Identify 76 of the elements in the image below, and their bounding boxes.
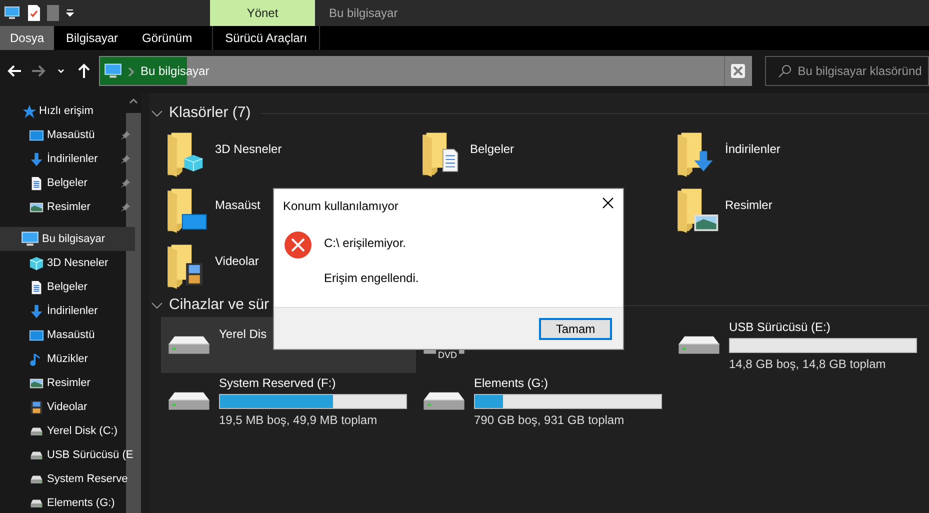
sidebar-item[interactable]: Belgeler — [0, 171, 135, 195]
sidebar-item[interactable]: Müzikler — [0, 347, 135, 371]
window-title: Bu bilgisayar — [328, 5, 398, 22]
search-placeholder: Bu bilgisayar klasöründ — [798, 63, 922, 80]
sidebar-item[interactable]: Videolar — [0, 395, 135, 419]
sidebar-item[interactable]: USB Sürücüsü (E — [0, 443, 135, 467]
error-icon — [284, 230, 312, 259]
drive-space-info: 14,8 GB boş, 14,8 GB toplam — [729, 356, 887, 372]
dropdown-icon[interactable] — [65, 8, 75, 18]
computer-icon[interactable] — [3, 5, 21, 21]
group-heading[interactable]: Cihazlar ve sür — [169, 294, 270, 316]
ribbon-tab[interactable]: Görünüm — [130, 26, 204, 50]
pin-icon — [120, 202, 131, 212]
film-icon — [29, 400, 44, 414]
download-icon — [29, 304, 44, 318]
ok-button[interactable]: Tamam — [539, 318, 612, 340]
star-icon — [21, 104, 36, 118]
pin-icon — [120, 130, 131, 140]
close-icon[interactable] — [602, 197, 614, 209]
sidebar-item[interactable]: Resimler — [0, 195, 135, 219]
sidebar-item[interactable]: Belgeler — [0, 275, 135, 299]
clear-button[interactable] — [724, 56, 752, 86]
computer-icon — [21, 230, 39, 248]
search-field[interactable]: Bu bilgisayar klasöründ — [764, 56, 929, 86]
dvd-label: DVD — [436, 350, 460, 361]
sidebar-item[interactable]: Masaüstü — [0, 323, 135, 347]
folder-name[interactable]: Belgeler — [470, 140, 514, 158]
desktop-icon — [29, 128, 44, 142]
sidebar-item[interactable]: Yerel Disk (C:) — [0, 419, 135, 443]
folder-name[interactable]: Masaüst — [215, 196, 260, 214]
dialog-message: Erişim engellendi. — [324, 270, 419, 287]
desktop-icon — [29, 328, 44, 342]
sidebar-item[interactable]: System Reserve — [0, 467, 135, 491]
ribbon-tab[interactable]: Bilgisayar — [54, 26, 130, 50]
folder-name[interactable]: Resimler — [725, 196, 772, 214]
context-tab-header: Yönet — [210, 0, 315, 26]
properties-icon[interactable] — [27, 4, 41, 22]
drive-tile[interactable]: System Reserved (F:) 19,5 MB boş, 49,9 MB toplam — [161, 373, 416, 429]
left-arrow-icon — [6, 63, 23, 79]
dialog-message: C:\ erişilemiyor. — [324, 234, 408, 252]
sidebar-item[interactable]: İndirilenler — [0, 299, 135, 323]
drive-tile[interactable]: USB Sürücüsü (E:) 14,8 GB boş, 14,8 GB toplam — [671, 317, 926, 373]
address-bar[interactable]: Bu bilgisayar — [98, 56, 724, 86]
drive-name: Elements (G:) — [474, 374, 550, 392]
group-heading[interactable]: Klasörler (7) — [169, 102, 251, 124]
drive-tile[interactable]: Elements (G:) 790 GB boş, 931 GB toplam — [416, 373, 671, 429]
dialog-title: Konum kullanılamıyor — [283, 198, 398, 215]
document-icon — [29, 280, 44, 294]
folder-name[interactable]: İndirilenler — [725, 140, 780, 158]
sidebar-item[interactable]: İndirilenler — [0, 147, 135, 171]
computer-icon — [102, 62, 124, 80]
address-text: Bu bilgisayar — [140, 63, 210, 80]
sidebar-item[interactable]: Elements (G:) — [0, 491, 135, 513]
chevron-icon — [126, 66, 134, 77]
cube-icon — [29, 256, 44, 270]
download-icon — [29, 152, 44, 166]
up-arrow-icon — [76, 63, 92, 79]
right-arrow-icon — [30, 63, 46, 79]
drive-name: USB Sürücüsü (E:) — [729, 318, 832, 336]
sidebar-item[interactable]: Bu bilgisayar — [0, 227, 135, 251]
close-icon — [731, 64, 746, 78]
sidebar-item[interactable]: Hızlı erişim — [0, 99, 135, 123]
document-icon — [29, 176, 44, 190]
file-menu-button[interactable]: Dosya — [0, 26, 54, 50]
drive-name: System Reserved (F:) — [219, 374, 337, 392]
drive-space-info: 19,5 MB boş, 49,9 MB toplam — [219, 412, 378, 428]
search-icon — [778, 64, 792, 78]
folder-name[interactable]: 3D Nesneler — [215, 140, 282, 158]
pin-icon — [120, 178, 131, 188]
sidebar-item[interactable]: 3D Nesneler — [0, 251, 135, 275]
drive-name: Yerel Dis — [219, 326, 267, 343]
drive-space-info: 790 GB boş, 931 GB toplam — [474, 412, 626, 428]
sidebar-item[interactable]: Resimler — [0, 371, 135, 395]
pin-icon — [120, 154, 131, 164]
sidebar-item[interactable]: Masaüstü — [0, 123, 135, 147]
folder-name[interactable]: Videolar — [215, 252, 259, 270]
